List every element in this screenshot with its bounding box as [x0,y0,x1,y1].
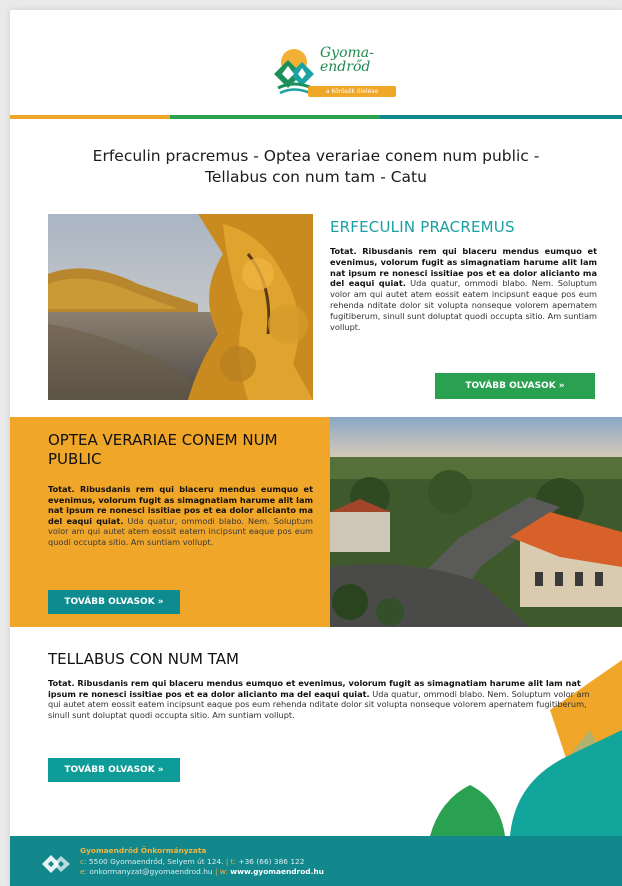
logo[interactable]: Gyoma-endrőd a Körösök ölelése [268,44,398,100]
logo-tagline: a Körösök ölelése [308,86,396,97]
read-more-button-2[interactable]: TOVÁBB OLVASOK » [48,590,180,614]
river-autumn-photo [48,214,313,400]
read-more-button-3[interactable]: TOVÁBB OLVASOK » [48,758,180,782]
article-3-title: TELLABUS CON NUM TAM [48,650,239,668]
footer-website-link[interactable]: www.gyomaendrod.hu [230,867,324,876]
footer-phone: +36 (66) 386 122 [238,856,305,866]
article-1-text: Totat. Ribusdanis rem qui blaceru mendus… [330,246,597,332]
logo-wordmark: Gyoma-endrőd [320,45,374,75]
footer-address-line: c: 5500 Gyomaendrőd, Selyem út 124. | t:… [80,856,305,866]
footer-email-link[interactable]: onkormanyzat@gyomaendrod.hu [89,867,212,876]
article-1-title: ERFECULIN PRACREMUS [330,218,515,236]
header: Gyoma-endrőd a Körösök ölelése [10,10,622,115]
stripe-orange [10,115,170,119]
article-2-text: Totat. Ribusdanis rem qui blaceru mendus… [48,484,313,548]
town-aerial-photo [330,417,622,627]
footer-org-name: Gyomaendrőd Önkormányzata [80,846,207,855]
stripe-green [170,115,380,119]
stripe-teal [380,115,622,119]
article-3-text: Totat. Ribusdanis rem qui blaceru mendus… [48,678,598,720]
read-more-button-1[interactable]: TOVÁBB OLVASOK » [435,373,595,399]
footer-logo-icon [42,855,70,873]
footer-address: 5500 Gyomaendrőd, Selyem út 124. [88,856,224,866]
footer-contact: Gyomaendrőd Önkormányzata c: 5500 Gyomae… [80,846,324,878]
page-title: Erfeculin pracremus - Optea verariae con… [92,147,540,186]
footer-email-line: e: onkormanyzat@gyomaendrod.hu | w: www.… [80,867,324,876]
article-2-title: OPTEA VERARIAE CONEM NUM PUBLIC [48,431,278,468]
newsletter-page: Gyoma-endrőd a Körösök ölelése Erfeculin… [10,10,622,886]
